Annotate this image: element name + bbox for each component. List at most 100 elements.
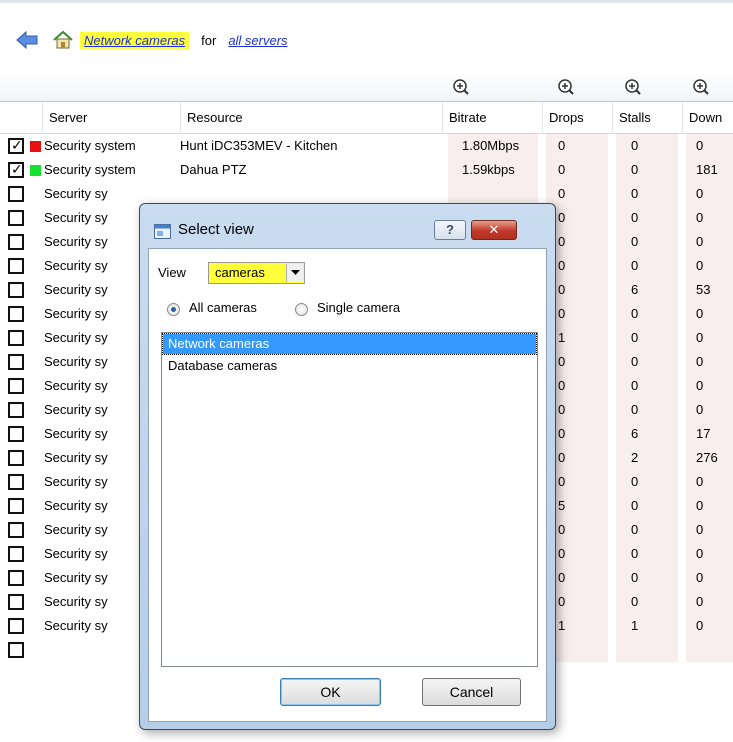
down-cell: 276 [686,446,733,470]
col-drops[interactable]: Drops [542,102,612,134]
row-checkbox[interactable] [8,450,24,466]
breadcrumb-separator: for [201,32,217,48]
window-icon [154,224,171,239]
radio-all-label[interactable]: All cameras [189,300,257,315]
down-cell: 0 [686,614,733,638]
down-cell: 0 [686,566,733,590]
down-cell: 0 [686,590,733,614]
down-cell: 0 [686,302,733,326]
row-checkbox[interactable] [8,618,24,634]
col-stalls[interactable]: Stalls [612,102,682,134]
help-button[interactable]: ? [434,220,466,240]
row-checkbox[interactable] [8,498,24,514]
dialog-titlebar[interactable]: Select view ? ✕ [140,204,555,252]
dialog-body: View cameras All cameras Single camera N… [148,248,547,722]
cancel-button[interactable]: Cancel [422,678,521,706]
list-item[interactable]: Network cameras [162,333,537,355]
down-cell: 0 [686,494,733,518]
down-cell: 0 [686,350,733,374]
back-arrow-icon[interactable] [16,29,38,51]
table-row[interactable]: ✓ Security system Hunt iDC353MEV - Kitchen… [0,134,733,158]
row-checkbox[interactable] [8,378,24,394]
down-cell: 0 [686,206,733,230]
breadcrumb: Network cameras for all servers [16,27,288,53]
view-select-value: cameras [215,265,265,280]
row-checkbox[interactable] [8,402,24,418]
view-link[interactable]: Network cameras [80,31,190,49]
row-checkbox[interactable] [8,330,24,346]
row-checkbox[interactable] [8,354,24,370]
down-cell: 17 [686,422,733,446]
stalls-cell: 1 [616,614,678,638]
row-checkbox[interactable] [8,546,24,562]
down-cell: 0 [686,398,733,422]
row-checkbox[interactable] [8,474,24,490]
down-cell: 0 [686,518,733,542]
down-cell: 0 [686,326,733,350]
row-checkbox[interactable] [8,642,24,658]
col-bitrate[interactable]: Bitrate [442,102,542,134]
view-listbox[interactable]: Network cameras Database cameras [161,332,538,667]
stalls-cell: 6 [616,422,678,446]
dialog-title: Select view [178,221,254,238]
zoom-in-icon[interactable] [622,76,644,98]
row-checkbox[interactable] [8,258,24,274]
stalls-cell: 0 [616,566,678,590]
stalls-cell: 0 [616,518,678,542]
select-view-dialog: Select view ? ✕ View cameras All cameras… [139,203,556,730]
resource-cell: Hunt iDC353MEV - Kitchen [180,138,338,153]
down-cell: 0 [686,134,733,158]
stalls-cell [616,638,678,662]
row-checkbox[interactable] [8,570,24,586]
table-header: Server Resource Bitrate Drops Stalls Dow… [0,102,733,134]
radio-single-label[interactable]: Single camera [317,300,400,315]
checkmark-icon: ✓ [11,137,23,153]
stalls-cell: 0 [616,590,678,614]
col-server[interactable]: Server [42,102,180,134]
server-cell: Security system [44,162,136,177]
zoom-in-icon[interactable] [555,76,577,98]
row-checkbox[interactable]: ✓ [8,137,24,154]
stalls-cell: 6 [616,278,678,302]
radio-all-cameras[interactable] [167,303,180,316]
row-checkbox[interactable] [8,306,24,322]
zoom-row [0,72,733,102]
scope-link[interactable]: all servers [228,33,287,48]
row-checkbox[interactable] [8,594,24,610]
status-indicator-icon [30,141,41,152]
resource-cell: Dahua PTZ [180,162,247,177]
down-cell: 0 [686,254,733,278]
row-checkbox[interactable] [8,234,24,250]
down-cell: 0 [686,182,733,206]
bitrate-cell: 1.59kbps [448,158,538,182]
stalls-cell: 0 [616,302,678,326]
stalls-cell: 2 [616,446,678,470]
row-checkbox[interactable] [8,522,24,538]
list-item[interactable]: Database cameras [163,356,536,376]
row-checkbox[interactable] [8,186,24,202]
down-cell: 53 [686,278,733,302]
drops-cell: 0 [546,182,608,206]
zoom-in-icon[interactable] [690,76,712,98]
row-checkbox[interactable]: ✓ [8,161,24,178]
table-row[interactable]: ✓ Security system Dahua PTZ 1.59kbps 0 0 181 [0,158,733,182]
zoom-in-icon[interactable] [450,76,472,98]
radio-single-camera[interactable] [295,303,308,316]
row-checkbox[interactable] [8,210,24,226]
stalls-cell: 0 [616,254,678,278]
row-checkbox[interactable] [8,426,24,442]
close-icon[interactable]: ✕ [471,220,517,240]
bitrate-cell: 1.80Mbps [448,134,538,158]
stalls-cell: 0 [616,350,678,374]
home-icon[interactable] [52,29,74,51]
top-divider [0,0,733,3]
row-checkbox[interactable] [8,282,24,298]
col-down[interactable]: Down [682,102,733,134]
chevron-down-icon[interactable] [286,264,303,282]
ok-button[interactable]: OK [280,678,381,706]
stalls-cell: 0 [616,206,678,230]
col-resource[interactable]: Resource [180,102,442,134]
view-select[interactable]: cameras [208,262,305,284]
down-cell: 0 [686,374,733,398]
stalls-cell: 0 [616,230,678,254]
